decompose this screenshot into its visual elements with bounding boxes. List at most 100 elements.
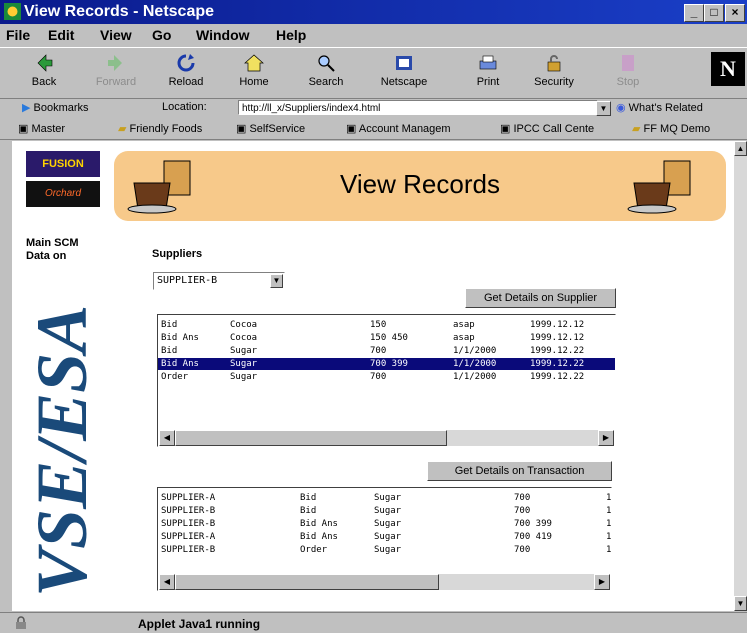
scroll-left-icon[interactable]: ◀ bbox=[159, 430, 175, 446]
menu-bar: File Edit View Go Window Help bbox=[0, 24, 747, 46]
window-title: View Records - Netscape bbox=[24, 3, 215, 20]
record-row-cell: 1999.12.12 bbox=[530, 320, 585, 330]
suppliers-label: Suppliers bbox=[152, 248, 203, 260]
transaction-row-cell: 1. bbox=[606, 532, 612, 542]
print-button[interactable]: Print bbox=[460, 51, 516, 88]
transactions-list[interactable]: SUPPLIER-A Bid Sugar 700 1. SUPPLIER-B Bid Suga… bbox=[157, 487, 612, 591]
transaction-row-cell: Order bbox=[300, 545, 328, 555]
record-row[interactable]: Bid Sugar 700 1/1/2000 1999.12.22 bbox=[158, 345, 615, 357]
side-nav-text: Main SCM Data on bbox=[26, 237, 79, 262]
record-row-cell: 150 450 bbox=[370, 333, 408, 343]
security-lock-icon[interactable] bbox=[14, 616, 28, 630]
netscape-throbber: N bbox=[711, 52, 745, 86]
page-vscrollbar[interactable]: ▲ ▼ bbox=[734, 141, 747, 611]
scroll-right-icon[interactable]: ▶ bbox=[598, 430, 614, 446]
back-button[interactable]: Back bbox=[16, 51, 72, 88]
page-icon: ▣ bbox=[18, 123, 29, 135]
fusion-logo: FUSION bbox=[26, 151, 100, 177]
search-button[interactable]: Search bbox=[298, 51, 354, 88]
transaction-row-cell: Sugar bbox=[374, 506, 402, 516]
bookmark-account-managem[interactable]: ▣ Account Managem bbox=[346, 122, 451, 135]
page-content: FUSION Orchard View Records Main SCM Dat… bbox=[12, 141, 734, 611]
reload-button[interactable]: Reload bbox=[158, 51, 214, 88]
security-button[interactable]: Security bbox=[526, 51, 582, 88]
supplier-select-value: SUPPLIER-B bbox=[157, 275, 218, 286]
record-row[interactable]: Order Sugar 700 1/1/2000 1999.12.22 bbox=[158, 371, 615, 383]
scroll-left-icon[interactable]: ◀ bbox=[159, 574, 175, 590]
record-row[interactable]: Bid Ans Cocoa 150 450 asap 1999.12.12 bbox=[158, 332, 615, 344]
back-arrow-icon bbox=[37, 54, 53, 72]
bookmark-ff-mq-demo[interactable]: ▰ FF MQ Demo bbox=[632, 122, 710, 135]
location-label: Location: bbox=[162, 101, 207, 113]
record-row[interactable]: Bid Ans Sugar 700 399 1/1/2000 1999.12.22 bbox=[158, 358, 615, 370]
page-icon: ▣ bbox=[236, 123, 247, 135]
url-dropdown-button[interactable]: ▼ bbox=[596, 101, 611, 116]
scroll-thumb[interactable] bbox=[175, 574, 439, 590]
orchard-logo: Orchard bbox=[26, 181, 100, 207]
transactions-hscrollbar[interactable]: ◀ ▶ bbox=[159, 574, 610, 590]
whats-related-button[interactable]: ◉ What's Related bbox=[616, 101, 703, 114]
transaction-row[interactable]: SUPPLIER-A Bid Sugar 700 1. bbox=[158, 492, 611, 504]
search-icon bbox=[318, 55, 335, 72]
menu-go[interactable]: Go bbox=[152, 27, 171, 43]
bookmark-master[interactable]: ▣ Master bbox=[18, 122, 65, 135]
record-row-cell: Cocoa bbox=[230, 320, 258, 330]
bookmarks-menu[interactable]: ▶ Bookmarks bbox=[22, 101, 89, 114]
print-icon bbox=[479, 55, 497, 70]
bookmark-selfservice[interactable]: ▣ SelfService bbox=[236, 122, 305, 135]
netscape-icon bbox=[396, 56, 412, 70]
transaction-row-cell: SUPPLIER-A bbox=[161, 493, 216, 503]
home-button[interactable]: Home bbox=[226, 51, 282, 88]
record-row-cell: asap bbox=[453, 333, 475, 343]
bookmark-ipcc-call-cente[interactable]: ▣ IPCC Call Cente bbox=[500, 122, 594, 135]
folder-icon: ▰ bbox=[632, 123, 641, 135]
close-button[interactable]: × bbox=[725, 4, 745, 22]
url-input[interactable]: http://ll_x/Suppliers/index4.html bbox=[238, 100, 598, 115]
transaction-row-cell: Bid bbox=[300, 506, 317, 516]
chevron-down-icon[interactable]: ▼ bbox=[270, 274, 283, 288]
folder-icon: ▰ bbox=[118, 123, 127, 135]
menu-file[interactable]: File bbox=[6, 27, 30, 43]
reload-icon bbox=[177, 54, 195, 72]
record-row-cell: 700 bbox=[370, 346, 387, 356]
transaction-row-cell: Sugar bbox=[374, 532, 402, 542]
transaction-row-cell: SUPPLIER-A bbox=[161, 532, 216, 542]
stop-button[interactable]: Stop bbox=[600, 51, 656, 88]
forward-button[interactable]: Forward bbox=[88, 51, 144, 88]
record-row-cell: Sugar bbox=[230, 346, 258, 356]
records-hscrollbar[interactable]: ◀ ▶ bbox=[159, 430, 614, 446]
transaction-row[interactable]: SUPPLIER-B Order Sugar 700 1. bbox=[158, 544, 611, 556]
record-row-cell: 700 399 bbox=[370, 359, 408, 369]
records-list[interactable]: Bid Cocoa 150 asap 1999.12.12 Bid Ans Cocoa 150… bbox=[157, 314, 616, 447]
menu-window[interactable]: Window bbox=[196, 27, 250, 43]
minimize-button[interactable]: _ bbox=[684, 4, 704, 22]
get-transaction-details-button[interactable]: Get Details on Transaction bbox=[427, 461, 612, 481]
scroll-right-icon[interactable]: ▶ bbox=[594, 574, 610, 590]
get-supplier-details-button[interactable]: Get Details on Supplier bbox=[465, 288, 616, 308]
transaction-row-cell: 700 bbox=[514, 506, 531, 516]
netscape-button[interactable]: Netscape bbox=[376, 51, 432, 88]
menu-view[interactable]: View bbox=[100, 27, 132, 43]
bookmark-friendly-foods[interactable]: ▰ Friendly Foods bbox=[118, 122, 202, 135]
maximize-button[interactable]: □ bbox=[704, 4, 724, 22]
page-icon: ▣ bbox=[346, 123, 357, 135]
supplier-select[interactable]: SUPPLIER-B ▼ bbox=[153, 272, 285, 290]
transaction-row-cell: SUPPLIER-B bbox=[161, 545, 216, 555]
transaction-row-cell: SUPPLIER-B bbox=[161, 506, 216, 516]
scroll-up-icon[interactable]: ▲ bbox=[734, 141, 747, 156]
menu-help[interactable]: Help bbox=[276, 27, 306, 43]
transaction-row[interactable]: SUPPLIER-B Bid Ans Sugar 700 399 1. bbox=[158, 518, 611, 530]
transaction-row[interactable]: SUPPLIER-B Bid Sugar 700 1. bbox=[158, 505, 611, 517]
record-row-cell: Sugar bbox=[230, 372, 258, 382]
record-row[interactable]: Bid Cocoa 150 asap 1999.12.12 bbox=[158, 319, 615, 331]
record-row-cell: Bid Ans bbox=[161, 333, 199, 343]
transaction-row[interactable]: SUPPLIER-A Bid Ans Sugar 700 419 1. bbox=[158, 531, 611, 543]
record-row-cell: Bid bbox=[161, 346, 178, 356]
record-row-cell: 1/1/2000 bbox=[453, 346, 497, 356]
scroll-down-icon[interactable]: ▼ bbox=[734, 596, 747, 611]
transaction-row-cell: Bid Ans bbox=[300, 532, 338, 542]
status-bar: Applet Java1 running bbox=[0, 612, 747, 633]
menu-edit[interactable]: Edit bbox=[48, 27, 74, 43]
record-row-cell: 1/1/2000 bbox=[453, 372, 497, 382]
scroll-thumb[interactable] bbox=[175, 430, 447, 446]
